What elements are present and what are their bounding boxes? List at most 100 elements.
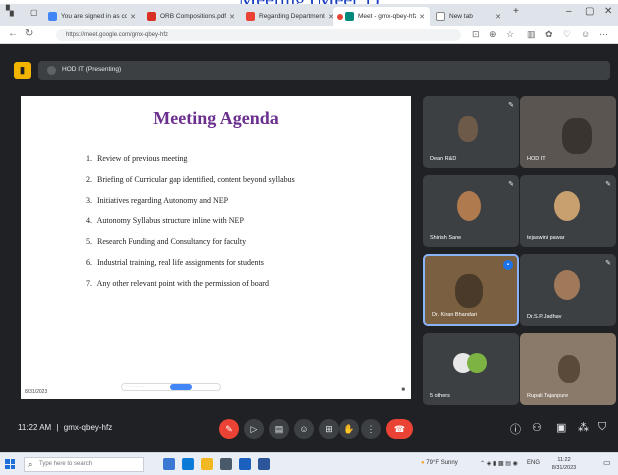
tab-close-icon[interactable]: ✕	[495, 13, 501, 21]
slide-controls[interactable]: · · · · · · · ·	[121, 383, 221, 391]
you-tile-icon[interactable]: ▮	[14, 62, 31, 79]
raise-hand-button[interactable]: ✋	[339, 419, 359, 439]
present-button[interactable]: ⊞	[319, 419, 339, 439]
participant-video	[455, 274, 483, 308]
taskbar-clock[interactable]: 11:22 8/31/2023	[549, 456, 579, 472]
profile-icon[interactable]: ☺	[581, 29, 590, 39]
participant-tile[interactable]: ✎ Shirish Sane	[423, 175, 519, 247]
mic-off-icon: ✎	[605, 181, 611, 188]
new-tab-icon[interactable]: +	[513, 6, 519, 17]
agenda-item-number: 6.	[86, 257, 92, 267]
slide-controls-button[interactable]	[170, 384, 192, 390]
back-icon[interactable]: ←	[8, 28, 18, 39]
tab-meet[interactable]: Meet - gmx-qbey-hfz ✕	[333, 7, 430, 26]
screen-share-icon[interactable]: ⊡	[472, 29, 480, 40]
word-icon[interactable]	[258, 458, 270, 470]
agenda-item-number: 5.	[86, 237, 92, 247]
file-explorer-icon[interactable]	[201, 458, 213, 470]
tab-close-icon[interactable]: ✕	[419, 13, 425, 21]
participant-tile[interactable]: 5 others	[423, 333, 519, 405]
agenda-item-number: 2.	[86, 174, 92, 184]
camera-button[interactable]: ▷	[244, 419, 264, 439]
tab-label: You are signed in as compil	[61, 13, 128, 20]
search-placeholder: Type here to search	[39, 461, 93, 467]
participant-tile[interactable]: HOD IT	[520, 96, 616, 168]
app-icon[interactable]	[239, 458, 251, 470]
people-icon[interactable]: ⚇	[532, 421, 542, 434]
agenda-item: 6. Industrial training, real life assign…	[86, 258, 406, 279]
weather-widget[interactable]: ● 79°F Sunny	[421, 460, 458, 466]
emoji-button[interactable]: ☺	[294, 419, 314, 439]
speaking-icon: ▪	[503, 260, 513, 270]
mic-off-button[interactable]: ✎	[219, 419, 239, 439]
split-view-icon[interactable]: ▥	[527, 29, 536, 40]
zoom-icon[interactable]: ⊕	[489, 29, 497, 40]
favorites-icon[interactable]: ♡	[563, 29, 571, 40]
clock-time: 11:22	[557, 457, 571, 463]
task-view-icon[interactable]	[163, 458, 175, 470]
edge-icon[interactable]	[182, 458, 194, 470]
recording-dot-icon	[337, 13, 343, 20]
agenda-item: 2. Briefing of Curricular gap identified…	[86, 175, 406, 196]
agenda-item-text: Any other relevant point with the permis…	[96, 278, 269, 288]
chat-icon[interactable]: ▣	[556, 421, 566, 434]
slide-end-marker: ■	[401, 387, 405, 393]
agenda-item-text: Autonomy Syllabus structure inline with …	[96, 216, 244, 226]
slide-controls-hint: · · · · · · · ·	[126, 384, 145, 389]
tab-label: Regarding Department Ro	[259, 13, 325, 20]
tab-favicon	[48, 12, 57, 21]
agenda-item-number: 3.	[86, 195, 92, 205]
participant-name: HOD IT	[527, 156, 546, 162]
participant-tile[interactable]: ✎ Dean R&D	[423, 96, 519, 168]
tab-pdf[interactable]: ORB Compositions.pdf ✕	[143, 7, 240, 26]
tab-label: New tab	[449, 13, 473, 20]
tab-signed-in[interactable]: You are signed in as compil ✕	[44, 7, 141, 26]
notification-icon[interactable]: ▭	[603, 458, 611, 467]
leave-call-button[interactable]: ☎	[386, 419, 413, 439]
agenda-item: 4. Autonomy Syllabus structure inline wi…	[86, 216, 406, 237]
participant-name: Dr.S.P.Jadhav	[527, 314, 562, 320]
participant-name: 5 others	[430, 393, 450, 399]
participant-tile[interactable]: Rupali Tajanpure	[520, 333, 616, 405]
participant-tile[interactable]: ✎ Dr.S.P.Jadhav	[520, 254, 616, 326]
close-window-icon[interactable]: ✕	[604, 6, 612, 17]
more-options-button[interactable]: ⋮	[361, 419, 381, 439]
taskbar-search-input[interactable]: ⌕ Type here to search	[24, 457, 144, 472]
windows-start-icon[interactable]	[5, 459, 15, 469]
store-icon[interactable]	[220, 458, 232, 470]
participant-video	[458, 116, 478, 142]
bookmark-star-icon[interactable]: ☆	[506, 29, 514, 40]
participant-tile[interactable]: ▪ Dr. Kiran Bhandari	[423, 254, 519, 326]
maximize-icon[interactable]: ▢	[585, 6, 594, 17]
presenter-avatar	[47, 66, 56, 75]
agenda-item-text: Review of previous meeting	[97, 154, 188, 163]
tab-label: ORB Compositions.pdf	[160, 13, 227, 20]
tab-gmail[interactable]: Regarding Department Ro ✕	[242, 7, 339, 26]
browser-menu-icon[interactable]: ▚	[6, 6, 14, 17]
tray-icons[interactable]: ⌃ ◈ ▮ ▩ ▤ ◉	[480, 460, 518, 467]
tab-close-icon[interactable]: ✕	[130, 13, 136, 21]
tab-close-icon[interactable]: ✕	[229, 13, 235, 21]
tab-label: Meet - gmx-qbey-hfz	[358, 13, 417, 20]
language-indicator[interactable]: ENG	[527, 460, 540, 466]
agenda-item: 3. Initiatives regarding Autonomy and NE…	[86, 196, 406, 217]
extensions-icon[interactable]: ✿	[545, 29, 553, 40]
url-field[interactable]: https://meet.google.com/gmx-qbey-hfz	[56, 29, 461, 41]
reload-icon[interactable]: ↻	[25, 28, 33, 39]
address-bar: ← ↻ https://meet.google.com/gmx-qbey-hfz…	[0, 26, 618, 44]
separator: |	[56, 423, 59, 432]
pdf-icon	[147, 12, 156, 21]
meet-window: ▮ HOD IT (Presenting) Meeting Agenda 1. …	[0, 44, 618, 452]
captions-button[interactable]: ▤	[269, 419, 289, 439]
tab-actions-icon[interactable]: ▢	[30, 8, 38, 17]
more-menu-icon[interactable]: ⋯	[599, 29, 608, 40]
host-controls-icon[interactable]: ⛉	[598, 421, 606, 434]
info-icon[interactable]: ⓘ	[510, 421, 521, 437]
tab-new[interactable]: New tab ✕	[432, 7, 506, 26]
windows-taskbar: ⌕ Type here to search ● 79°F Sunny ⌃ ◈ ▮…	[0, 452, 618, 475]
minimize-icon[interactable]: –	[566, 6, 572, 17]
activities-icon[interactable]: ⁂	[578, 421, 589, 434]
participant-avatar	[457, 191, 481, 221]
participant-name: Rupali Tajanpure	[527, 393, 569, 399]
participant-tile[interactable]: ✎ tejaswini pawar	[520, 175, 616, 247]
